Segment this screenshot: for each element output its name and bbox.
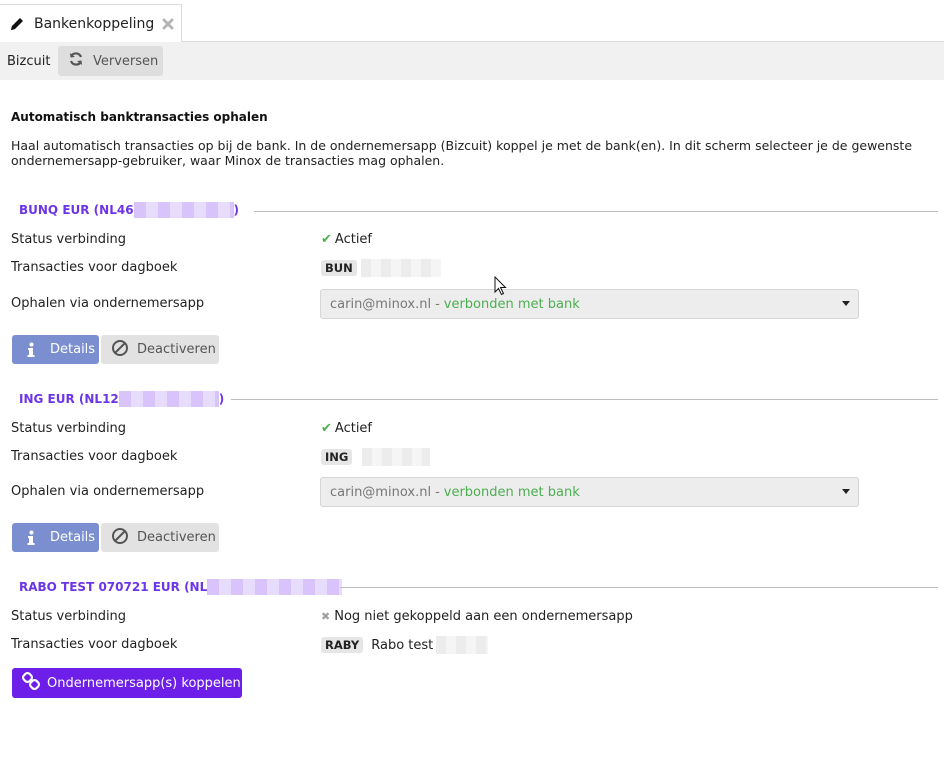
info-icon	[26, 530, 36, 546]
account-title-rabo: RABO TEST 070721 EUR (NL	[19, 578, 343, 596]
redacted-block	[207, 579, 343, 595]
journal-label: Transacties voor dagboek	[11, 260, 178, 275]
journal-code: ING	[321, 449, 353, 465]
redacted-block	[360, 259, 441, 277]
status-label: Status verbinding	[11, 609, 127, 624]
journal-label: Transacties voor dagboek	[11, 637, 178, 652]
status-value: ✔ Actief	[321, 232, 373, 247]
mouse-cursor-icon	[494, 275, 508, 300]
page-heading: Automatisch banktransacties ophalen	[11, 110, 268, 124]
fetch-user-select[interactable]: carin@minox.nl - verbonden met bank	[320, 477, 859, 507]
section-divider	[340, 587, 938, 588]
journal-value: RABY Rabo test	[321, 636, 489, 654]
redacted-block	[133, 202, 234, 218]
section-divider	[231, 399, 938, 400]
tab-bankenkoppeling[interactable]: Bankenkoppeling	[0, 4, 182, 42]
toolbar: Bizcuit Verversen	[0, 42, 944, 80]
status-value: ✔ Actief	[321, 421, 373, 436]
page-description: Haal automatisch transacties op bij de b…	[11, 138, 913, 168]
redacted-block	[118, 391, 219, 407]
journal-name: Rabo test	[371, 637, 434, 653]
section-divider	[254, 211, 938, 212]
journal-value: ING	[321, 448, 431, 466]
journal-value: BUN	[321, 259, 441, 277]
x-icon: ✖	[321, 610, 331, 623]
deactivate-button[interactable]: Deactiveren	[101, 335, 219, 364]
journal-code: RABY	[321, 637, 364, 653]
refresh-button[interactable]: Verversen	[58, 46, 163, 76]
account-title-bunq: BUNQ EUR (NL46)	[19, 202, 240, 218]
fetch-user-select[interactable]: carin@minox.nl - verbonden met bank	[320, 289, 859, 319]
refresh-label: Verversen	[93, 53, 159, 69]
redacted-block	[436, 636, 489, 654]
details-button[interactable]: Details	[12, 523, 99, 552]
chevron-down-icon	[842, 489, 850, 494]
ban-icon	[111, 527, 129, 549]
status-label: Status verbinding	[11, 421, 127, 436]
fetch-label: Ophalen via ondernemersapp	[11, 484, 205, 499]
ban-icon	[111, 339, 129, 361]
redacted-block	[362, 448, 431, 466]
check-icon: ✔	[321, 421, 332, 436]
status-value: ✖ Nog niet gekoppeld aan een ondernemers…	[321, 609, 633, 624]
check-icon: ✔	[321, 232, 332, 247]
info-icon	[26, 342, 36, 358]
journal-label: Transacties voor dagboek	[11, 449, 178, 464]
journal-code: BUN	[321, 260, 357, 276]
deactivate-button[interactable]: Deactiveren	[101, 523, 219, 552]
fetch-label: Ophalen via ondernemersapp	[11, 296, 205, 311]
status-label: Status verbinding	[11, 232, 127, 247]
app-name: Bizcuit	[7, 53, 51, 69]
close-icon[interactable]	[161, 17, 175, 31]
chevron-down-icon	[842, 301, 850, 306]
details-button[interactable]: Details	[12, 335, 99, 364]
link-app-button[interactable]: Ondernemersapp(s) koppelen	[12, 668, 242, 698]
refresh-icon	[68, 51, 84, 71]
account-title-ing: ING EUR (NL12)	[19, 391, 225, 407]
tab-title: Bankenkoppeling	[34, 15, 155, 32]
link-icon	[21, 671, 41, 694]
pencil-icon	[8, 15, 26, 33]
tab-bar: Bankenkoppeling	[0, 0, 944, 42]
